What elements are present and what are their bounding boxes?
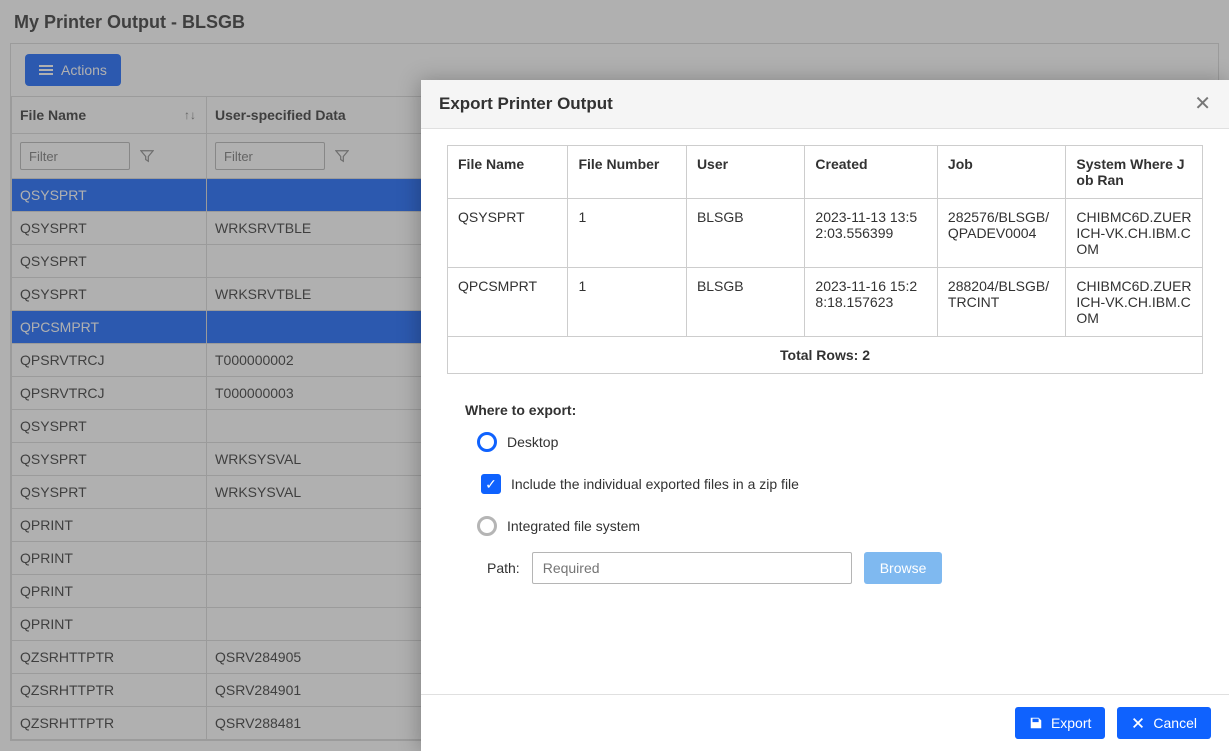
export-cell-file: QSYSPRT — [448, 199, 568, 268]
radio-icon — [477, 516, 497, 536]
save-icon — [1029, 716, 1043, 730]
export-cell-user: BLSGB — [686, 268, 804, 337]
export-table: File Name File Number User Created Job S… — [447, 145, 1203, 374]
export-cell-file: QPCSMPRT — [448, 268, 568, 337]
export-cell-system: CHIBMC6D.ZUERICH-VK.CH.IBM.COM — [1066, 268, 1203, 337]
export-cell-number: 1 — [568, 199, 686, 268]
export-row[interactable]: QSYSPRT1BLSGB2023-11-13 13:52:03.5563992… — [448, 199, 1203, 268]
modal-body: File Name File Number User Created Job S… — [421, 129, 1229, 694]
option-ifs[interactable]: Integrated file system — [477, 516, 1203, 536]
browse-button[interactable]: Browse — [864, 552, 943, 584]
option-zip[interactable]: ✓ Include the individual exported files … — [481, 474, 1203, 494]
modal-title: Export Printer Output — [439, 94, 613, 114]
checkbox-icon: ✓ — [481, 474, 501, 494]
close-icon — [1131, 716, 1145, 730]
cancel-button[interactable]: Cancel — [1117, 707, 1211, 739]
export-total-rows: Total Rows: 2 — [448, 337, 1203, 374]
export-cell-number: 1 — [568, 268, 686, 337]
export-button[interactable]: Export — [1015, 707, 1105, 739]
export-button-label: Export — [1051, 715, 1091, 731]
export-modal: Export Printer Output ✕ File Name File N… — [421, 80, 1229, 751]
option-desktop-label: Desktop — [507, 434, 558, 450]
option-zip-label: Include the individual exported files in… — [511, 476, 799, 492]
path-row: Path: Browse — [487, 552, 1203, 584]
export-col-file: File Name — [448, 146, 568, 199]
where-to-export-label: Where to export: — [465, 402, 1203, 418]
export-cell-system: CHIBMC6D.ZUERICH-VK.CH.IBM.COM — [1066, 199, 1203, 268]
path-input[interactable] — [532, 552, 852, 584]
close-icon[interactable]: ✕ — [1194, 94, 1211, 114]
export-cell-job: 288204/BLSGB/TRCINT — [937, 268, 1066, 337]
export-cell-user: BLSGB — [686, 199, 804, 268]
modal-header: Export Printer Output ✕ — [421, 80, 1229, 129]
option-desktop[interactable]: Desktop — [477, 432, 1203, 452]
export-row[interactable]: QPCSMPRT1BLSGB2023-11-16 15:28:18.157623… — [448, 268, 1203, 337]
path-label: Path: — [487, 560, 520, 576]
export-cell-created: 2023-11-16 15:28:18.157623 — [805, 268, 938, 337]
export-col-job: Job — [937, 146, 1066, 199]
export-col-created: Created — [805, 146, 938, 199]
radio-icon — [477, 432, 497, 452]
export-col-number: File Number — [568, 146, 686, 199]
export-cell-job: 282576/BLSGB/QPADEV0004 — [937, 199, 1066, 268]
export-col-user: User — [686, 146, 804, 199]
export-cell-created: 2023-11-13 13:52:03.556399 — [805, 199, 938, 268]
cancel-button-label: Cancel — [1153, 715, 1197, 731]
option-ifs-label: Integrated file system — [507, 518, 640, 534]
modal-footer: Export Cancel — [421, 694, 1229, 751]
export-col-system: System Where Job Ran — [1066, 146, 1203, 199]
